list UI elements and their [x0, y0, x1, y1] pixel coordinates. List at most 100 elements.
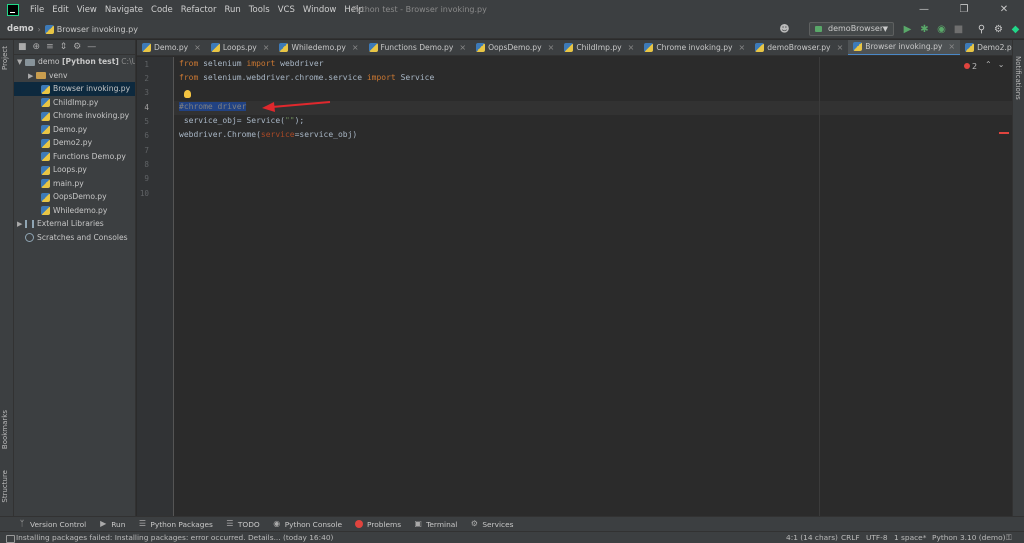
close-icon[interactable]: ×	[459, 43, 466, 52]
tree-item-file[interactable]: OopsDemo.py	[14, 190, 135, 204]
tab-demo2[interactable]: Demo2.py×	[960, 40, 1012, 55]
tab-oopsdemo[interactable]: OopsDemo.py ×	[471, 40, 559, 55]
chevron-up-icon[interactable]: ⌃	[985, 60, 998, 69]
tab-structure[interactable]: Structure	[1, 470, 9, 503]
debug-icon[interactable]: ✱	[918, 23, 931, 36]
expand-all-icon[interactable]: ⇕	[60, 42, 68, 52]
tab-label: Demo.py	[154, 43, 189, 52]
caret-position[interactable]: 4:1 (14 chars)	[786, 532, 838, 543]
tool-terminal[interactable]: ▣ Terminal	[414, 520, 457, 529]
tab-childimp[interactable]: ChildImp.py ×	[559, 40, 639, 55]
tab-whiledemo[interactable]: Whiledemo.py ×	[274, 40, 363, 55]
close-icon[interactable]: ×	[739, 43, 746, 52]
close-icon[interactable]: ×	[263, 43, 270, 52]
run-icon[interactable]: ▶	[901, 23, 914, 36]
tool-problems[interactable]: Problems	[355, 520, 401, 529]
tab-chrome-invoking[interactable]: Chrome invoking.py ×	[639, 40, 750, 55]
error-icon	[964, 63, 970, 69]
tool-label: Python Packages	[150, 519, 213, 529]
tree-item-file[interactable]: Loops.py	[14, 163, 135, 177]
breadcrumb-project[interactable]: demo	[0, 24, 34, 34]
tree-item-file[interactable]: ChildImp.py	[14, 96, 135, 110]
tool-python-console[interactable]: ◉ Python Console	[273, 520, 342, 529]
file-encoding[interactable]: UTF-8	[866, 532, 888, 543]
close-icon[interactable]: ×	[352, 43, 359, 52]
tab-project[interactable]: Project	[1, 46, 9, 70]
chevron-down-icon: ▼	[17, 58, 23, 66]
python-file-icon	[368, 43, 378, 52]
folder-view-icon[interactable]: ■	[18, 42, 27, 52]
tree-item-venv[interactable]: ▶ venv	[14, 69, 135, 83]
tab-demobrowser[interactable]: demoBrowser.py ×	[750, 40, 848, 55]
close-icon[interactable]: ×	[948, 42, 955, 51]
tree-item-scratches[interactable]: Scratches and Consoles	[14, 231, 135, 245]
gear-icon[interactable]: ⚙	[73, 42, 81, 52]
tool-version-control[interactable]: ᛉ Version Control	[18, 520, 87, 529]
lock-icon[interactable]: ⚿	[1006, 532, 1012, 543]
locate-icon[interactable]: ⊕	[33, 42, 41, 52]
tab-browser-invoking[interactable]: Browser invoking.py ×	[848, 40, 961, 55]
collapse-all-icon[interactable]: ≡	[46, 42, 54, 52]
tab-notifications[interactable]: Notifications	[1014, 56, 1022, 100]
close-icon[interactable]: ×	[628, 43, 635, 52]
restore-icon[interactable]: ❐	[944, 0, 984, 20]
search-icon[interactable]: ⚲	[975, 23, 988, 36]
menu-code[interactable]: Code	[147, 0, 177, 20]
tab-label: ChildImp.py	[576, 43, 622, 52]
tree-item-file[interactable]: Chrome invoking.py	[14, 109, 135, 123]
error-stripe-mark[interactable]	[999, 132, 1009, 134]
tree-item-file[interactable]: Functions Demo.py	[14, 150, 135, 164]
tool-run[interactable]: ▶ Run	[99, 520, 125, 529]
tab-functions-demo[interactable]: Functions Demo.py ×	[364, 40, 472, 55]
menu-edit[interactable]: Edit	[48, 0, 72, 20]
hide-icon[interactable]: —	[87, 42, 96, 52]
minimize-icon[interactable]: —	[904, 0, 944, 20]
close-icon[interactable]: ×	[194, 43, 201, 52]
import-name: Service	[395, 73, 435, 82]
tree-item-label: venv	[49, 70, 68, 80]
tree-item-file[interactable]: Browser invoking.py	[14, 82, 135, 96]
menu-refactor[interactable]: Refactor	[177, 0, 221, 20]
menu-file[interactable]: File	[26, 0, 48, 20]
tree-root[interactable]: ▼ demo [Python test] C:\U	[14, 55, 135, 69]
tree-item-file[interactable]: Demo.py	[14, 123, 135, 137]
menu-window[interactable]: Window	[299, 0, 341, 20]
tree-item-file[interactable]: Whiledemo.py	[14, 204, 135, 218]
tool-python-packages[interactable]: ☰ Python Packages	[138, 519, 213, 529]
menu-vcs[interactable]: VCS	[274, 0, 299, 20]
close-icon[interactable]: ×	[548, 43, 555, 52]
close-icon[interactable]: ×	[837, 43, 844, 52]
gear-icon[interactable]: ⚙	[992, 23, 1005, 36]
tree-item-file[interactable]: Demo2.py	[14, 136, 135, 150]
coverage-icon[interactable]: ◉	[935, 23, 948, 36]
chevron-down-icon[interactable]: ⌄	[998, 60, 1011, 69]
code-area[interactable]: from selenium import webdriver from sele…	[177, 57, 1007, 516]
run-configuration-select[interactable]: demoBrowser ▼	[809, 22, 894, 36]
tree-root-name: demo	[38, 57, 60, 66]
problems-indicator[interactable]: 2	[964, 62, 977, 71]
code-editor[interactable]: 1 2 3 4 5 6 7 8 9 10 from selenium impor…	[137, 57, 1012, 516]
tool-label: Services	[482, 519, 514, 529]
stop-icon[interactable]: ■	[952, 23, 965, 36]
tab-demo[interactable]: Demo.py ×	[137, 40, 206, 55]
tool-todo[interactable]: ☰ TODO	[226, 520, 259, 529]
tree-item-external-libraries[interactable]: ▶ External Libraries	[14, 217, 135, 231]
status-message[interactable]: Installing packages failed: Installing p…	[4, 532, 333, 543]
close-icon[interactable]: ✕	[984, 0, 1024, 20]
indent-setting[interactable]: 1 space*	[894, 532, 926, 543]
menu-run[interactable]: Run	[220, 0, 244, 20]
tool-services[interactable]: ⚙ Services	[470, 519, 514, 529]
tab-loops[interactable]: Loops.py ×	[206, 40, 275, 55]
python-file-icon	[142, 43, 151, 52]
menu-view[interactable]: View	[73, 0, 101, 20]
problem-navigation[interactable]: ⌃⌄	[985, 60, 1010, 69]
tab-bookmarks[interactable]: Bookmarks	[1, 410, 9, 449]
tree-item-file[interactable]: main.py	[14, 177, 135, 191]
line-separator[interactable]: CRLF	[841, 532, 860, 543]
menu-navigate[interactable]: Navigate	[101, 0, 147, 20]
plugins-icon[interactable]: ◆	[1009, 23, 1022, 36]
python-interpreter[interactable]: Python 3.10 (demo)	[932, 532, 1006, 543]
menu-tools[interactable]: Tools	[245, 0, 274, 20]
user-icon[interactable]: ☻	[778, 23, 791, 36]
breadcrumb-file[interactable]: Browser invoking.py	[57, 25, 138, 34]
